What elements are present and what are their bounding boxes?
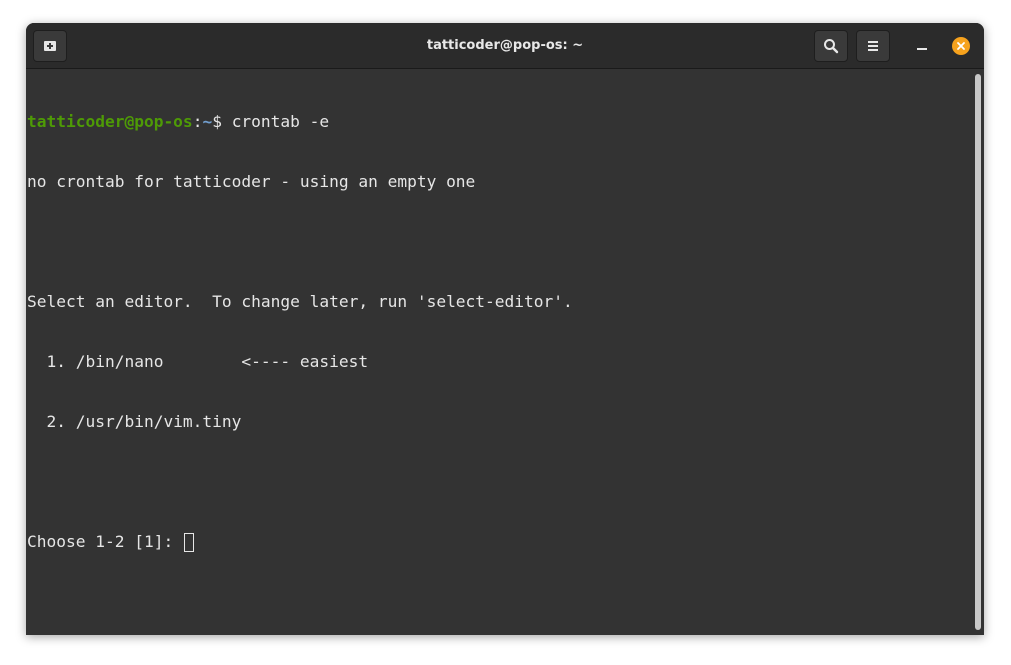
- prompt-user-host: tatticoder@pop-os: [27, 112, 193, 131]
- output-line: 2. /usr/bin/vim.tiny: [27, 412, 242, 431]
- prompt-line: tatticoder@pop-os:~$ crontab -e: [27, 112, 972, 132]
- minimize-icon: [917, 48, 927, 50]
- menu-button[interactable]: [856, 30, 890, 62]
- scrollbar-thumb[interactable]: [975, 74, 981, 630]
- new-tab-icon: [44, 41, 56, 51]
- prompt-symbol: $: [212, 112, 232, 131]
- close-button[interactable]: [952, 37, 970, 55]
- close-icon: [957, 42, 965, 50]
- text-cursor: [183, 533, 194, 552]
- scrollbar[interactable]: [972, 69, 984, 635]
- search-button[interactable]: [814, 30, 848, 62]
- header-bar: tatticoder@pop-os: ~: [26, 23, 984, 69]
- minimize-button[interactable]: [908, 36, 936, 56]
- command-text: crontab -e: [231, 112, 330, 131]
- output-line: 1. /bin/nano <---- easiest: [27, 352, 369, 371]
- hamburger-menu-icon: [868, 41, 878, 51]
- input-prompt: Choose 1-2 [1]:: [27, 532, 183, 551]
- terminal-output[interactable]: tatticoder@pop-os:~$ crontab -e no cront…: [26, 69, 972, 635]
- prompt-path: ~: [202, 112, 213, 131]
- output-line: Select an editor. To change later, run '…: [27, 292, 573, 311]
- prompt-separator: :: [192, 112, 203, 131]
- new-tab-button[interactable]: [33, 30, 67, 62]
- terminal-window: tatticoder@pop-os: ~ tatticoder@pop-os:~…: [26, 23, 984, 635]
- search-icon: [824, 39, 839, 54]
- input-line[interactable]: Choose 1-2 [1]:: [27, 532, 972, 552]
- output-line: no crontab for tatticoder - using an emp…: [27, 172, 476, 191]
